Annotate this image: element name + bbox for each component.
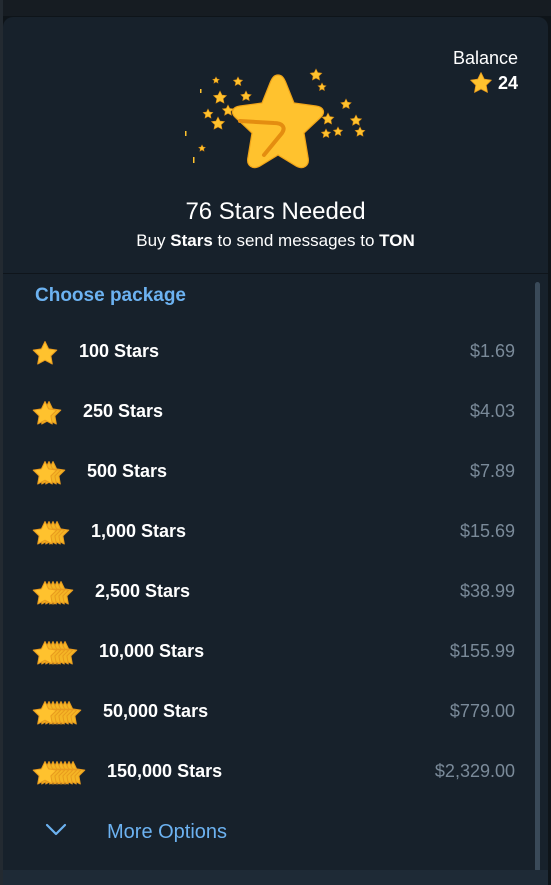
scrollbar[interactable]	[535, 282, 540, 872]
star-stack-icon	[32, 701, 82, 725]
package-label: 1,000 Stars	[91, 521, 187, 541]
star-stack-icon	[32, 461, 66, 485]
package-item-1000[interactable]: 1,000 Stars $15.69	[3, 503, 533, 563]
package-label: 10,000 Stars	[99, 641, 205, 661]
subtitle-middle: to send messages to	[217, 231, 375, 250]
package-price: $38.99	[459, 581, 515, 601]
package-label: 100 Stars	[79, 341, 160, 361]
package-price: $4.03	[469, 401, 515, 421]
package-item-100[interactable]: 100 Stars $1.69	[3, 323, 533, 383]
package-price: $155.99	[449, 641, 515, 661]
package-price: $1.69	[469, 341, 515, 361]
package-item-10000[interactable]: 10,000 Stars $155.99	[3, 623, 533, 683]
package-label: 500 Stars	[87, 461, 168, 481]
star-stack-icon	[32, 761, 86, 785]
package-item-50000[interactable]: 50,000 Stars $779.00	[3, 683, 533, 743]
package-price: $2,329.00	[434, 761, 515, 781]
star-icon	[470, 72, 492, 93]
package-list: 100 Stars $1.69 250 Stars $4.03 500 Star…	[3, 323, 533, 803]
stars-hero-icon	[185, 68, 366, 169]
star-stack-icon	[32, 581, 74, 605]
package-label: 250 Stars	[83, 401, 164, 421]
package-label: 2,500 Stars	[95, 581, 191, 601]
star-stack-icon	[32, 401, 62, 425]
package-item-500[interactable]: 500 Stars $7.89	[3, 443, 533, 503]
more-options-button[interactable]: More Options	[3, 813, 533, 853]
package-price: $779.00	[449, 701, 515, 721]
package-item-250[interactable]: 250 Stars $4.03	[3, 383, 533, 443]
subtitle-target: TON	[379, 231, 415, 250]
balance-widget: Balance 24	[453, 47, 518, 95]
package-price: $7.89	[469, 461, 515, 481]
subtitle-stars: Stars	[170, 231, 213, 250]
package-price: $15.69	[459, 521, 515, 541]
package-item-150000[interactable]: 150,000 Stars $2,329.00	[3, 743, 533, 803]
chevron-down-icon	[45, 823, 67, 836]
star-stack-icon	[32, 521, 70, 545]
more-options-label: More Options	[107, 821, 228, 843]
bottom-bar	[3, 870, 548, 885]
balance-value: 24	[497, 72, 518, 93]
subtitle-prefix: Buy	[136, 231, 166, 250]
package-item-2500[interactable]: 2,500 Stars $38.99	[3, 563, 533, 623]
balance-label: Balance	[452, 48, 518, 68]
star-stack-icon	[32, 641, 78, 665]
choose-package-title: Choose package	[35, 285, 186, 306]
page-title: 76 Stars Needed	[185, 198, 366, 225]
page-subtitle: Buy Stars to send messages to TON	[3, 230, 548, 252]
package-label: 150,000 Stars	[107, 761, 223, 781]
star-stack-icon	[32, 341, 58, 365]
balance-row: 24	[453, 71, 518, 95]
header-divider	[3, 273, 548, 274]
stars-purchase-panel: Balance 24 76 Stars Needed Buy Stars to …	[3, 17, 548, 885]
package-label: 50,000 Stars	[103, 701, 209, 721]
window-top-edge	[0, 0, 551, 16]
